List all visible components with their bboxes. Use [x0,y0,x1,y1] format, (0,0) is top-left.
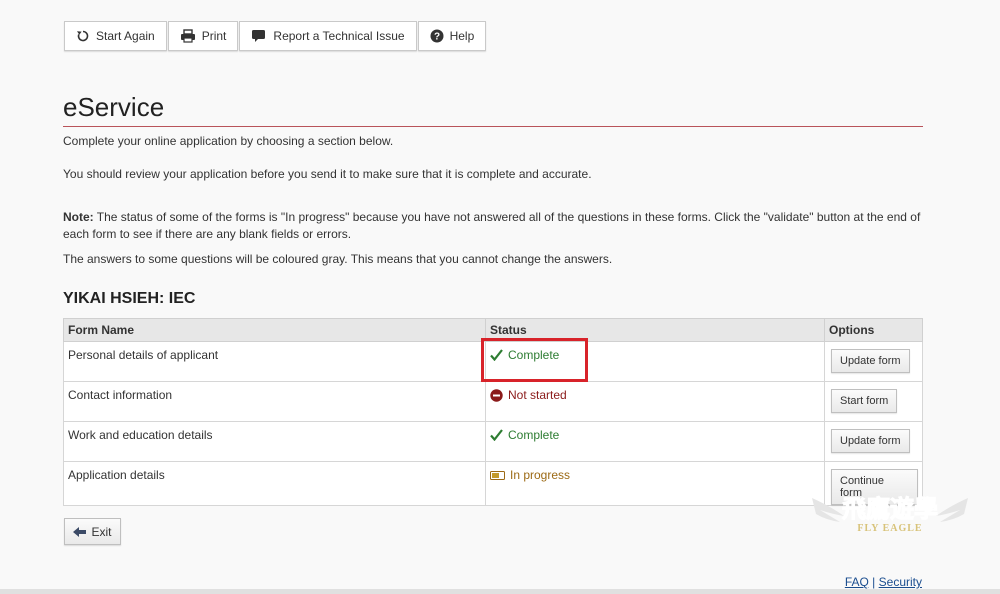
highlight-box [481,338,588,382]
print-button[interactable]: Print [167,21,239,51]
no-entry-icon [490,388,503,402]
checkmark-icon [490,429,503,441]
page-title: eService [63,92,165,122]
print-label: Print [201,29,227,43]
status-cell: In progress [485,461,825,506]
header-form-name: Form Name [63,318,486,342]
intro-text: Complete your online application by choo… [63,134,394,148]
status-text: In progress [510,468,571,482]
review-text: You should review your application befor… [63,167,592,181]
report-issue-label: Report a Technical Issue [273,29,405,43]
header-options: Options [824,318,923,342]
note-label: Note: [63,210,94,224]
footer-links: FAQ | Security [845,575,922,589]
help-label: Help [449,29,475,43]
help-button[interactable]: ? Help [417,21,487,51]
status-badge: Not started [490,388,820,402]
gray-note-text: The answers to some questions will be co… [63,252,613,266]
options-cell: Start form [824,381,923,422]
svg-text:飛鷹遊學: 飛鷹遊學 [842,495,938,523]
form-name-cell: Contact information [63,381,486,422]
printer-icon [180,29,196,43]
speech-bubble-icon [251,29,267,43]
fly-eagle-watermark-logo: 飛鷹遊學 FLY EAGLE [810,486,970,536]
title-divider [63,126,923,127]
start-again-button[interactable]: Start Again [64,21,167,51]
table-row: Work and education details Complete Upda… [63,421,923,462]
status-badge: Complete [490,428,820,442]
exit-label: Exit [91,524,112,539]
toolbar: Start Again Print Report a Technical Iss… [64,21,487,51]
svg-text:?: ? [434,32,440,43]
form-name-cell: Application details [63,461,486,506]
status-badge: In progress [490,468,820,482]
status-text: Complete [508,428,560,442]
update-form-button[interactable]: Update form [831,349,910,373]
options-cell: Update form [824,341,923,382]
form-name-cell: Work and education details [63,421,486,462]
security-link[interactable]: Security [879,575,922,589]
refresh-icon [76,29,90,43]
form-name-cell: Personal details of applicant [63,341,486,382]
exit-button[interactable]: Exit [64,518,121,545]
start-again-label: Start Again [96,29,155,43]
bottom-bar [0,589,1000,594]
applicant-heading: YIKAI HSIEH: IEC [63,290,196,307]
table-row: Contact information Not started Start fo… [63,381,923,422]
note-text: The status of some of the forms is "In p… [63,210,921,241]
footer-separator: | [868,575,879,589]
note-paragraph: Note: The status of some of the forms is… [63,209,923,243]
table-row: Application details In progress Continue… [63,461,923,506]
options-cell: Update form [824,421,923,462]
update-form-button[interactable]: Update form [831,429,910,453]
arrow-left-icon [73,526,87,537]
svg-text:FLY EAGLE: FLY EAGLE [857,523,922,534]
status-cell: Complete [485,421,825,462]
start-form-button[interactable]: Start form [831,389,898,413]
report-issue-button[interactable]: Report a Technical Issue [239,21,417,51]
progress-bar-icon [490,470,505,480]
question-circle-icon: ? [430,29,444,43]
faq-link[interactable]: FAQ [845,575,869,589]
status-text: Not started [508,388,567,402]
status-cell: Not started [485,381,825,422]
